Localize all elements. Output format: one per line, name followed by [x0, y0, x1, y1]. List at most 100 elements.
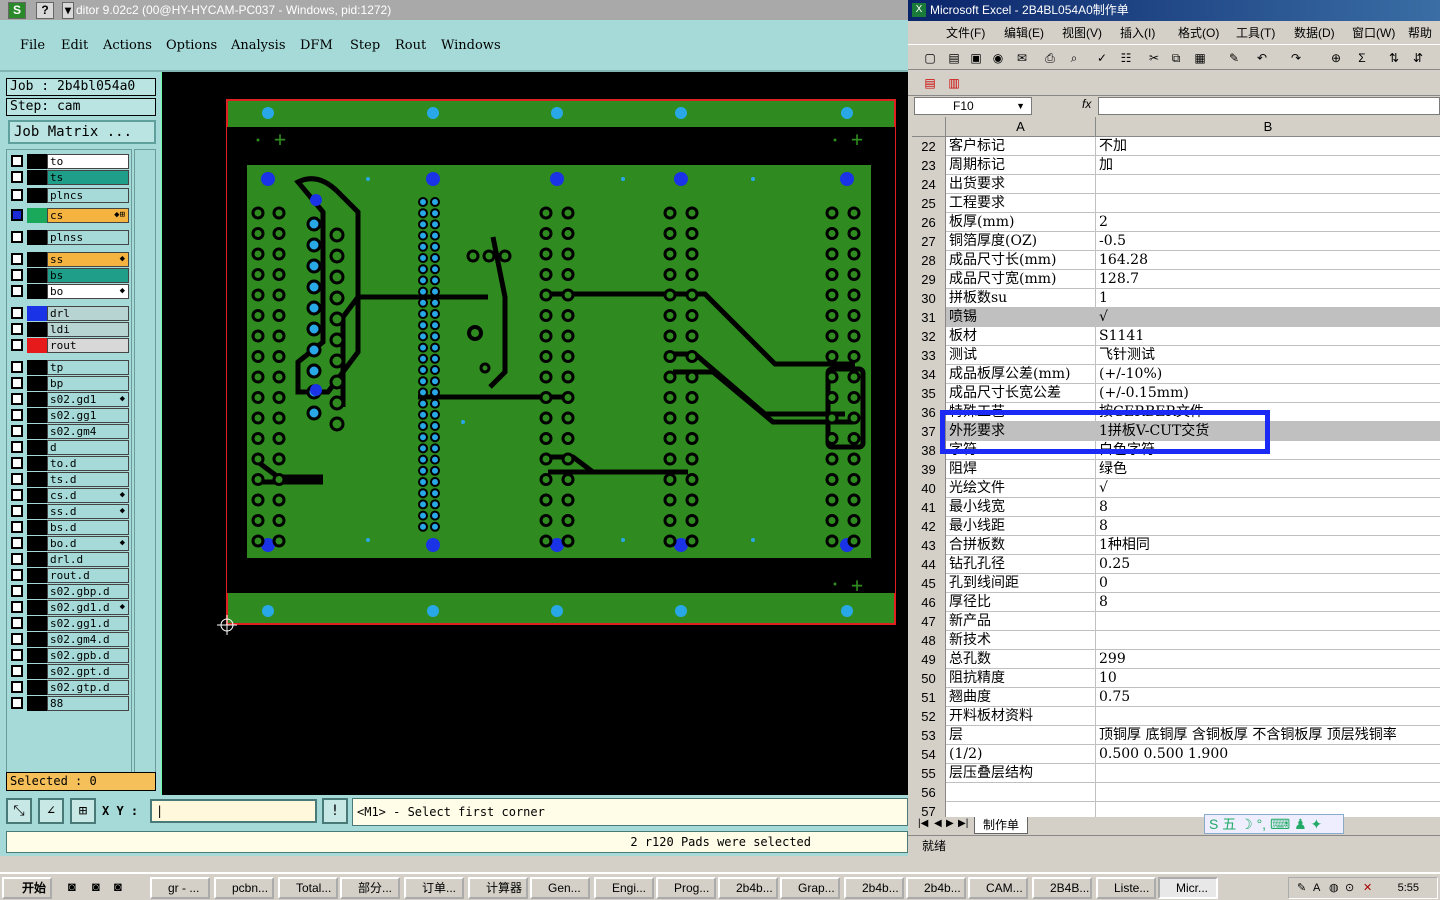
layer-name[interactable]: ts.d — [47, 472, 129, 487]
cell-b[interactable]: 加 — [1096, 156, 1440, 175]
cell-b[interactable] — [1096, 707, 1440, 726]
cell-a[interactable]: 翘曲度 — [946, 688, 1096, 707]
redo-icon[interactable]: ↷ — [1288, 50, 1304, 66]
layer-color-swatch[interactable] — [27, 520, 47, 535]
taskbar-item[interactable]: Liste... — [1096, 877, 1156, 899]
layer-row-s02-gm4-d[interactable]: s02.gm4.d — [9, 632, 131, 647]
layer-color-swatch[interactable] — [27, 208, 47, 223]
research-icon[interactable]: ☷ — [1118, 50, 1134, 66]
layer-checkbox[interactable] — [11, 601, 23, 613]
layer-color-swatch[interactable] — [27, 230, 47, 245]
layer-color-swatch[interactable] — [27, 488, 47, 503]
cell-a[interactable]: 周期标记 — [946, 156, 1096, 175]
cell-b[interactable] — [1096, 612, 1440, 631]
save-icon[interactable]: ▣ — [968, 50, 984, 66]
cell-b[interactable]: 0.75 — [1096, 688, 1440, 707]
cell-b[interactable]: √ — [1096, 308, 1440, 327]
cell-a[interactable]: 开料板材资料 — [946, 707, 1096, 726]
cell-a[interactable]: 测试 — [946, 346, 1096, 365]
row-number[interactable]: 49 — [912, 650, 946, 669]
layer-checkbox[interactable] — [11, 339, 23, 351]
ime-mode[interactable]: 五 — [1222, 816, 1236, 832]
layer-row-d[interactable]: d — [9, 440, 131, 455]
layer-name[interactable]: rout — [47, 338, 129, 353]
hyperlink-icon[interactable]: ⊕ — [1328, 50, 1344, 66]
cell-b[interactable]: √ — [1096, 479, 1440, 498]
cell-a[interactable]: 厚径比 — [946, 593, 1096, 612]
start-button[interactable]: 开始 — [2, 877, 52, 899]
graphic-canvas[interactable]: + + + — [163, 72, 908, 795]
layer-color-swatch[interactable] — [27, 648, 47, 663]
layer-name[interactable]: bo ◆ — [47, 284, 129, 299]
cell-b[interactable]: 不加 — [1096, 137, 1440, 156]
row-number[interactable]: 29 — [912, 270, 946, 289]
cell-b[interactable]: 1 — [1096, 289, 1440, 308]
row-number[interactable]: 51 — [912, 688, 946, 707]
row-number[interactable]: 47 — [912, 612, 946, 631]
cell-b[interactable] — [1096, 764, 1440, 783]
layer-checkbox[interactable] — [11, 457, 23, 469]
cell-a[interactable]: 成品板厚公差(mm) — [946, 365, 1096, 384]
xl-menu-file[interactable]: 文件(F) — [946, 24, 985, 41]
format-painter-icon[interactable]: ✎ — [1226, 50, 1242, 66]
row-number[interactable]: 41 — [912, 498, 946, 517]
layer-color-swatch[interactable] — [27, 552, 47, 567]
row-number[interactable]: 46 — [912, 593, 946, 612]
layer-checkbox[interactable] — [11, 209, 23, 221]
row-number[interactable]: 25 — [912, 194, 946, 213]
quicklaunch-ie-icon[interactable]: ◙ — [92, 879, 100, 894]
layer-checkbox[interactable] — [11, 253, 23, 265]
row-number[interactable]: 53 — [912, 726, 946, 745]
column-header-a[interactable]: A — [946, 117, 1096, 137]
layer-row-s02-gd1[interactable]: s02.gd1 ◆ — [9, 392, 131, 407]
cell-b[interactable]: 顶铜厚 底铜厚 含铜板厚 不含铜板厚 顶层残铜率 — [1096, 726, 1440, 745]
open-icon[interactable]: ▤ — [946, 50, 962, 66]
dropdown-icon[interactable]: ▾ — [62, 2, 74, 19]
select-all-corner[interactable] — [912, 117, 946, 137]
layer-row-bo-d[interactable]: bo.d ◆ — [9, 536, 131, 551]
layer-name[interactable]: s02.gbp.d — [47, 584, 129, 599]
layer-name[interactable]: s02.gd1 ◆ — [47, 392, 129, 407]
layer-row-plnss[interactable]: plnss — [9, 230, 131, 245]
layer-checkbox[interactable] — [11, 231, 23, 243]
layer-color-swatch[interactable] — [27, 568, 47, 583]
layer-checkbox[interactable] — [11, 569, 23, 581]
cell-a[interactable] — [946, 783, 1096, 802]
column-header-b[interactable]: B — [1096, 117, 1440, 137]
layer-color-swatch[interactable] — [27, 252, 47, 267]
layer-name[interactable]: to — [47, 154, 129, 169]
layer-checkbox[interactable] — [11, 189, 23, 201]
permission-icon[interactable]: ◉ — [990, 50, 1006, 66]
ime-toolbar[interactable]: S 五 ☽ °, ⌨ ♟ ✦ — [1204, 814, 1344, 834]
layer-checkbox[interactable] — [11, 393, 23, 405]
cell-a[interactable]: 成品尺寸长(mm) — [946, 251, 1096, 270]
cell-b[interactable] — [1096, 175, 1440, 194]
cell-a[interactable]: 板材 — [946, 327, 1096, 346]
layer-name[interactable]: 88 — [47, 696, 129, 711]
layer-checkbox[interactable] — [11, 425, 23, 437]
layer-row-rout[interactable]: rout — [9, 338, 131, 353]
layer-name[interactable]: s02.gm4 — [47, 424, 129, 439]
row-number[interactable]: 34 — [912, 365, 946, 384]
layer-name[interactable]: plnss — [47, 230, 129, 245]
cell-b[interactable]: 2 — [1096, 213, 1440, 232]
xl-menu-insert[interactable]: 插入(I) — [1120, 24, 1155, 41]
paste-icon[interactable]: ▦ — [1192, 50, 1208, 66]
layer-checkbox[interactable] — [11, 269, 23, 281]
layer-list-scrollbar[interactable] — [134, 149, 156, 789]
row-number[interactable]: 28 — [912, 251, 946, 270]
row-number[interactable]: 57 — [912, 802, 946, 817]
layer-row-s02-gpb-d[interactable]: s02.gpb.d — [9, 648, 131, 663]
pdf-icon[interactable]: ▤ — [922, 75, 938, 91]
job-matrix-button[interactable]: Job Matrix ... — [8, 120, 156, 144]
layer-color-swatch[interactable] — [27, 504, 47, 519]
ime-settings-icon[interactable]: ✦ — [1311, 816, 1323, 832]
cell-b[interactable]: 0.500 0.500 1.900 — [1096, 745, 1440, 764]
layer-row-s02-gtp-d[interactable]: s02.gtp.d — [9, 680, 131, 695]
layer-color-swatch[interactable] — [27, 284, 47, 299]
layer-name[interactable]: s02.gpb.d — [47, 648, 129, 663]
row-number[interactable]: 55 — [912, 764, 946, 783]
layer-name[interactable]: bs — [47, 268, 129, 283]
menu-dfm[interactable]: DFM — [300, 38, 333, 53]
cell-a[interactable]: 阻抗精度 — [946, 669, 1096, 688]
